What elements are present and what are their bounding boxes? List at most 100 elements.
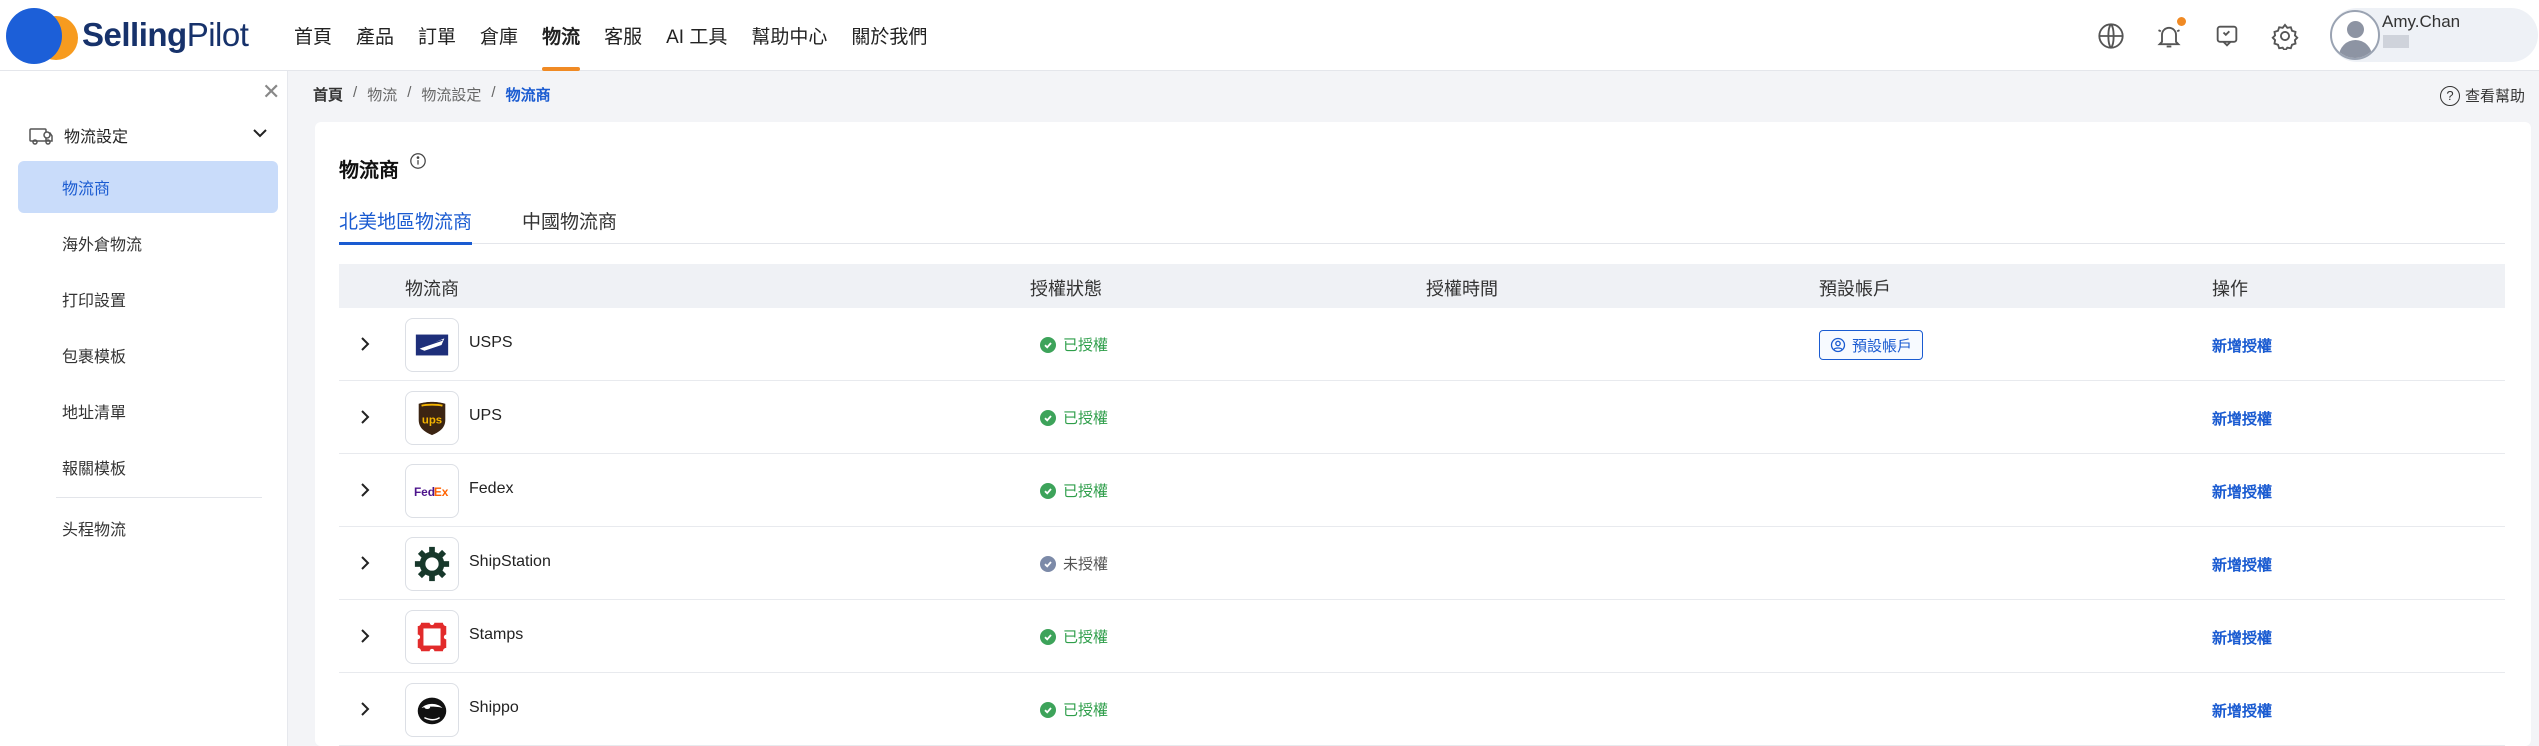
bell-icon[interactable] — [2154, 16, 2186, 51]
status-text: 已授權 — [1063, 483, 1109, 500]
stamps-logo — [405, 610, 459, 664]
add-authorization-link[interactable]: 新增授權 — [2212, 481, 2272, 502]
check-circle-icon — [1040, 336, 1056, 353]
chevron-right-icon[interactable] — [353, 551, 377, 575]
sidebar-item[interactable]: 包裹模板 — [18, 329, 278, 381]
col-actions: 操作 — [2212, 279, 2248, 299]
add-authorization-link[interactable]: 新增授權 — [2212, 627, 2272, 648]
status-badge: 已授權 — [1040, 626, 1108, 647]
add-authorization-link[interactable]: 新增授權 — [2212, 554, 2272, 575]
chevron-right-icon[interactable] — [353, 624, 377, 648]
usps-eagle-logo — [405, 318, 459, 372]
user-name: Amy.Chan — [2382, 12, 2461, 31]
status-badge: 已授權 — [1040, 699, 1108, 720]
chevron-right-icon[interactable] — [353, 405, 377, 429]
notification-dot — [2177, 16, 2186, 26]
add-authorization-link[interactable]: 新增授權 — [2212, 335, 2272, 356]
carrier-region-tabs: 北美地區物流商 中國物流商 — [339, 196, 2505, 245]
breadcrumb: 首頁 / 物流 / 物流設定 / 物流商 — [313, 84, 551, 105]
default-account-button[interactable]: 預設帳戶 — [1819, 330, 1924, 360]
app-logo[interactable]: SellingPilot — [6, 4, 266, 66]
add-authorization-link[interactable]: 新增授權 — [2212, 408, 2272, 429]
carrier-name: Shippo — [469, 699, 519, 716]
info-icon[interactable] — [409, 152, 427, 170]
table-header: 物流商 授權狀態 授權時間 預設帳戶 操作 — [339, 264, 2505, 308]
check-circle-icon — [1040, 628, 1056, 645]
status-text: 已授權 — [1063, 629, 1109, 646]
status-badge: 已授權 — [1040, 480, 1108, 501]
carrier-table: 物流商 授權狀態 授權時間 預設帳戶 操作 USPS 已授權 預設帳戶 新增授權 ups… — [339, 264, 2505, 746]
status-text: 已授權 — [1063, 337, 1109, 354]
sidebar-item[interactable]: 打印設置 — [18, 273, 278, 325]
nav-item[interactable]: 倉庫 — [468, 0, 530, 71]
close-icon[interactable]: ✕ — [262, 79, 280, 105]
pending-circle-icon — [1040, 555, 1056, 572]
nav-item[interactable]: 關於我們 — [839, 0, 939, 71]
sidebar-item[interactable]: 報關模板 — [18, 441, 278, 493]
globe-icon[interactable] — [2096, 21, 2126, 51]
tab-china[interactable]: 中國物流商 — [522, 196, 617, 244]
ups-shield-logo: ups — [405, 391, 459, 445]
breadcrumb-current: 物流商 — [505, 87, 551, 104]
table-row: Stamps 已授權 新增授權 — [339, 600, 2505, 673]
carrier-name: Stamps — [469, 626, 524, 643]
gear-icon[interactable] — [2270, 21, 2300, 51]
svg-text:Fed: Fed — [414, 485, 435, 499]
table-row: ups UPS 已授權 新增授權 — [339, 381, 2505, 454]
col-carrier: 物流商 — [405, 279, 459, 299]
shippo-logo — [405, 683, 459, 737]
sidebar-item[interactable]: 物流商 — [18, 161, 278, 213]
carrier-name: Fedex — [469, 480, 514, 497]
table-row: ShipStation 未授權 新增授權 — [339, 527, 2505, 600]
sidebar-item[interactable]: 头程物流 — [18, 502, 278, 554]
top-navbar: SellingPilot 首頁 產品 訂單 倉庫 物流 客服 AI 工具 幫助中心 關於我們 A… — [0, 0, 2539, 71]
message-icon[interactable] — [2212, 21, 2242, 51]
status-badge: 已授權 — [1040, 334, 1108, 355]
user-sub-placeholder — [2383, 35, 2409, 48]
status-text: 未授權 — [1063, 556, 1109, 573]
default-account-label: 預設帳戶 — [1852, 337, 1913, 355]
help-link[interactable]: ? 查看幫助 — [2440, 85, 2525, 106]
nav-item[interactable]: 物流 — [530, 0, 592, 71]
table-row: USPS 已授權 預設帳戶 新增授權 — [339, 308, 2505, 381]
table-row: Fed Ex Fedex 已授權 新增授權 — [339, 454, 2505, 527]
svg-text:ups: ups — [422, 415, 442, 427]
question-icon: ? — [2440, 85, 2460, 106]
sidebar-group-label: 物流設定 — [64, 129, 129, 146]
col-default-account: 預設帳戶 — [1819, 279, 1891, 299]
main-card: 物流商 北美地區物流商 中國物流商 物流商 授權狀態 授權時間 預設帳戶 操作 … — [315, 122, 2531, 746]
chevron-right-icon[interactable] — [353, 332, 377, 356]
table-row: Shippo 已授權 新增授權 — [339, 673, 2505, 746]
breadcrumb-home[interactable]: 首頁 — [313, 84, 343, 105]
status-text: 已授權 — [1063, 702, 1109, 719]
nav-item[interactable]: 首頁 — [282, 0, 344, 71]
add-authorization-link[interactable]: 新增授權 — [2212, 700, 2272, 721]
check-circle-icon — [1040, 409, 1056, 426]
col-auth-status: 授權狀態 — [1030, 279, 1102, 299]
sidebar: ✕ 物流設定 物流商 海外倉物流 打印設置 包裹模板 地址清單 報關模板头程物流 — [0, 71, 288, 746]
sidebar-item[interactable]: 地址清單 — [18, 385, 278, 437]
chevron-right-icon[interactable] — [353, 697, 377, 721]
nav-item[interactable]: AI 工具 — [654, 0, 739, 71]
check-circle-icon — [1040, 701, 1056, 718]
carrier-name: ShipStation — [469, 553, 551, 570]
sidebar-group-logistics-settings[interactable]: 物流設定 — [28, 117, 280, 153]
chevron-down-icon — [253, 129, 267, 138]
nav-item[interactable]: 訂單 — [406, 0, 468, 71]
tab-north-america[interactable]: 北美地區物流商 — [339, 196, 473, 245]
shipstation-gear-logo — [405, 537, 459, 591]
nav-item[interactable]: 客服 — [592, 0, 654, 71]
user-menu[interactable]: Amy.Chan — [2330, 8, 2538, 62]
status-text: 已授權 — [1063, 410, 1109, 427]
sidebar-item[interactable]: 海外倉物流 — [18, 217, 278, 269]
sidebar-divider — [56, 497, 262, 498]
chevron-right-icon[interactable] — [353, 478, 377, 502]
nav-item[interactable]: 幫助中心 — [739, 0, 839, 71]
breadcrumb-logistics-settings[interactable]: 物流設定 — [421, 84, 481, 105]
carrier-name: UPS — [469, 407, 502, 424]
avatar — [2330, 10, 2380, 60]
status-badge: 已授權 — [1040, 407, 1108, 428]
status-badge: 未授權 — [1040, 553, 1108, 574]
nav-item[interactable]: 產品 — [344, 0, 406, 71]
breadcrumb-logistics[interactable]: 物流 — [367, 84, 397, 105]
